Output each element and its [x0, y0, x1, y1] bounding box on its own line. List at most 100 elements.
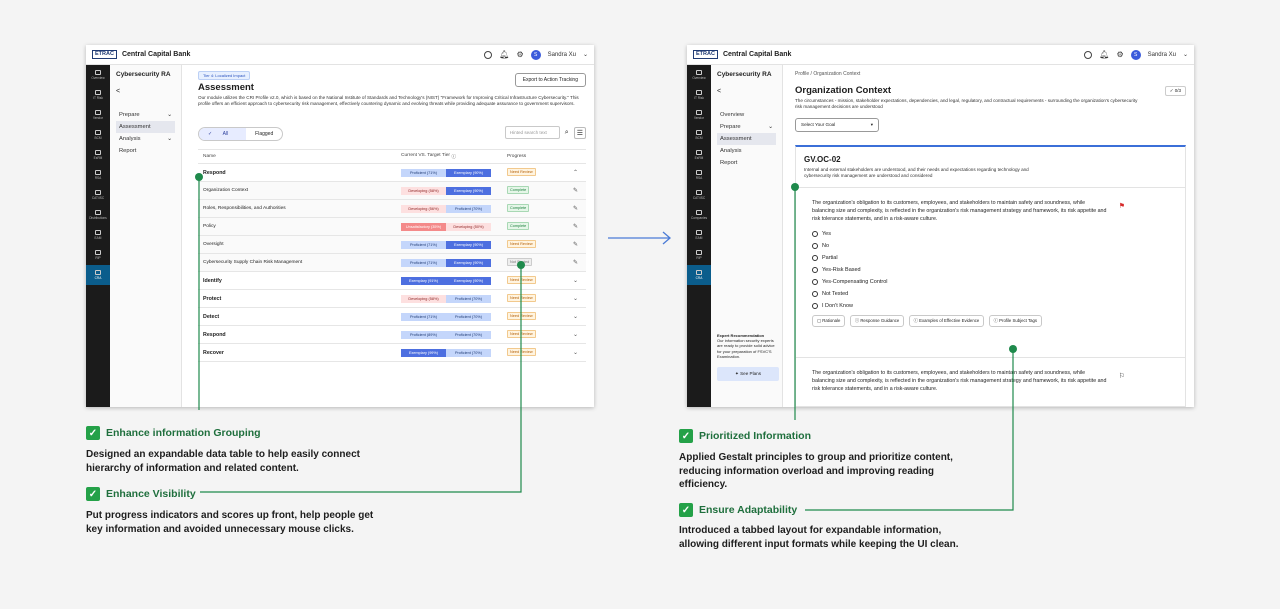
radio-icon[interactable] [812, 231, 818, 238]
sidebar-item-assessment[interactable]: Assessment [116, 121, 175, 133]
avatar[interactable]: S [530, 49, 541, 60]
answer-option[interactable]: Partial [812, 255, 1177, 262]
back-button[interactable]: < [116, 88, 175, 95]
table-row[interactable]: Policy Unsatisfactory (35%) Developing (50… [198, 218, 586, 236]
rail-item-rip[interactable]: RIP [687, 245, 711, 265]
answer-option[interactable]: Yes-Compensating Control [812, 279, 1177, 286]
tab-flagged[interactable]: Flagged [246, 128, 282, 140]
rail-item-eam[interactable]: EAM [687, 225, 711, 245]
expand-icon[interactable]: ⌄ [573, 349, 578, 356]
edit-icon[interactable]: ✎ [573, 259, 578, 266]
user-name[interactable]: Sandra Xu [548, 52, 576, 58]
chevron-down-icon[interactable]: ⌄ [583, 51, 588, 58]
see-plans-button[interactable]: ✦ See Plans [717, 366, 779, 381]
sidebar-item-analysis[interactable]: Analysis [717, 145, 776, 157]
bell-icon[interactable]: 🔔︎ [499, 50, 509, 59]
expand-icon[interactable]: ⌄ [573, 331, 578, 338]
tier-bar: Proficient (89%) Proficient (70%) [401, 330, 491, 339]
edit-icon[interactable]: ✎ [573, 187, 578, 194]
tab-all[interactable]: ✓ All [199, 128, 247, 140]
sidebar-item-assessment[interactable]: Assessment [717, 133, 776, 145]
sidebar-item-prepare[interactable]: Prepare ⌄ [717, 121, 776, 133]
rail-item-vendor[interactable]: Vendor [86, 105, 110, 125]
radio-icon[interactable] [812, 279, 818, 286]
module-icon [696, 250, 702, 255]
rail-item-bcm[interactable]: BCM [687, 125, 711, 145]
rail-item-rsa[interactable]: RSA [86, 165, 110, 185]
rail-item-it-risk[interactable]: IT Risk [86, 85, 110, 105]
chevron-down-icon[interactable]: ⌄ [1183, 51, 1188, 58]
sidebar-item-prepare[interactable]: Prepare ⌄ [116, 109, 175, 121]
evidence-chip[interactable]: ⓘ Examples of Effective Evidence [908, 315, 985, 328]
subject-tags-chip[interactable]: ⓘ Profile Subject Tags [988, 315, 1043, 328]
answer-option[interactable]: Not Tested [812, 291, 1177, 298]
help-icon[interactable] [484, 50, 493, 59]
edit-icon[interactable]: ✎ [573, 241, 578, 248]
rail-item-cat-isc[interactable]: CAT/ISC [687, 185, 711, 205]
filter-icon[interactable]: ☰ [573, 126, 586, 139]
answer-option[interactable]: I Don't Know [812, 303, 1177, 310]
help-icon[interactable] [1084, 50, 1093, 59]
rail-item-companies[interactable]: Companies [687, 205, 711, 225]
bell-icon[interactable]: 🔔︎ [1099, 50, 1109, 59]
rail-item-esrm[interactable]: EsRM [687, 145, 711, 165]
goal-select[interactable]: Select Your Goal ▾ [795, 118, 879, 133]
user-name[interactable]: Sandra Xu [1148, 52, 1176, 58]
edit-icon[interactable]: ✎ [573, 223, 578, 230]
back-button[interactable]: < [717, 88, 776, 95]
rail-item-rsa[interactable]: RSA [687, 165, 711, 185]
sidebar-item-analysis[interactable]: Analysis ⌄ [116, 133, 175, 145]
rail-item-cat-isc[interactable]: CAT/ISC [86, 185, 110, 205]
expand-icon[interactable]: ⌄ [573, 277, 578, 284]
breadcrumb[interactable]: Profile / Organization Context [795, 71, 1186, 77]
edit-icon[interactable]: ✎ [573, 205, 578, 212]
avatar[interactable]: S [1130, 49, 1141, 60]
rail-item-rip[interactable]: RIP [86, 245, 110, 265]
table-group-row[interactable]: Respond Proficient (89%) Proficient (70%) N… [198, 326, 586, 344]
table-row[interactable]: Organization Context Developing (58%) Exem… [198, 182, 586, 200]
answer-option[interactable]: Yes [812, 231, 1177, 238]
rail-item-bcm[interactable]: BCM [86, 125, 110, 145]
rationale-chip[interactable]: ▢ Rationale [812, 315, 846, 328]
answer-option[interactable]: No [812, 243, 1177, 250]
radio-icon[interactable] [812, 303, 818, 310]
radio-icon[interactable] [812, 291, 818, 298]
expand-icon[interactable]: ⌃ [573, 169, 578, 176]
table-group-row[interactable]: Protect Developing (58%) Proficient (70%) N… [198, 290, 586, 308]
table-group-row[interactable]: Recover Exemplary (99%) Proficient (70%) Ne… [198, 344, 586, 362]
rail-item-it-risk[interactable]: IT Risk [687, 85, 711, 105]
table-row[interactable]: Cybersecurity Supply Chain Risk Manageme… [198, 254, 586, 272]
rail-item-overview[interactable]: Overview [86, 65, 110, 85]
rail-item-overview[interactable]: Overview [687, 65, 711, 85]
rail-item-cra[interactable]: CRA [687, 265, 711, 285]
table-group-row[interactable]: Identify Exemplary (91%) Exemplary (90%) Ne… [198, 272, 586, 290]
rail-item-esrm[interactable]: EsRM [86, 145, 110, 165]
sidebar-item-report[interactable]: Report [116, 145, 175, 157]
assessment-screenshot: ETRAC Central Capital Bank 🔔︎ ⚙ S Sandra… [86, 45, 594, 407]
radio-icon[interactable] [812, 267, 818, 274]
table-row[interactable]: Roles, Responsibilities, and Authorities… [198, 200, 586, 218]
sidebar-item-report[interactable]: Report [717, 157, 776, 169]
search-icon[interactable]: ⌕ [565, 129, 569, 137]
radio-icon[interactable] [812, 255, 818, 262]
answer-option[interactable]: Yes-Risk Based [812, 267, 1177, 274]
expand-icon[interactable]: ⌄ [573, 313, 578, 320]
export-button[interactable]: Export to Action Tracking [514, 73, 586, 87]
rail-item-vendor[interactable]: Vendor [687, 105, 711, 125]
table-row[interactable]: Oversight Proficient (71%) Exemplary (90%)… [198, 236, 586, 254]
flag-outline-icon[interactable]: ⚐ [1119, 372, 1125, 380]
radio-icon[interactable] [812, 243, 818, 250]
sidebar-item-overview[interactable]: Overview [717, 109, 776, 121]
search-input[interactable]: Hinted search text [504, 126, 560, 139]
response-guidance-chip[interactable]: ⓘ Response Guidance [849, 315, 905, 328]
rail-label: CRA [94, 276, 102, 280]
rail-item-distributions[interactable]: Distributions [86, 205, 110, 225]
rail-item-cra[interactable]: CRA [86, 265, 110, 285]
gear-icon[interactable]: ⚙ [1116, 50, 1123, 59]
table-group-row[interactable]: Respond Proficient (71%) Exemplary (90%) Ne… [198, 164, 586, 182]
flag-icon[interactable]: ⚑ [1119, 202, 1125, 210]
expand-icon[interactable]: ⌄ [573, 295, 578, 302]
rail-item-eam[interactable]: EAM [86, 225, 110, 245]
table-group-row[interactable]: Detect Proficient (71%) Proficient (70%) Ne… [198, 308, 586, 326]
gear-icon[interactable]: ⚙ [516, 50, 523, 59]
